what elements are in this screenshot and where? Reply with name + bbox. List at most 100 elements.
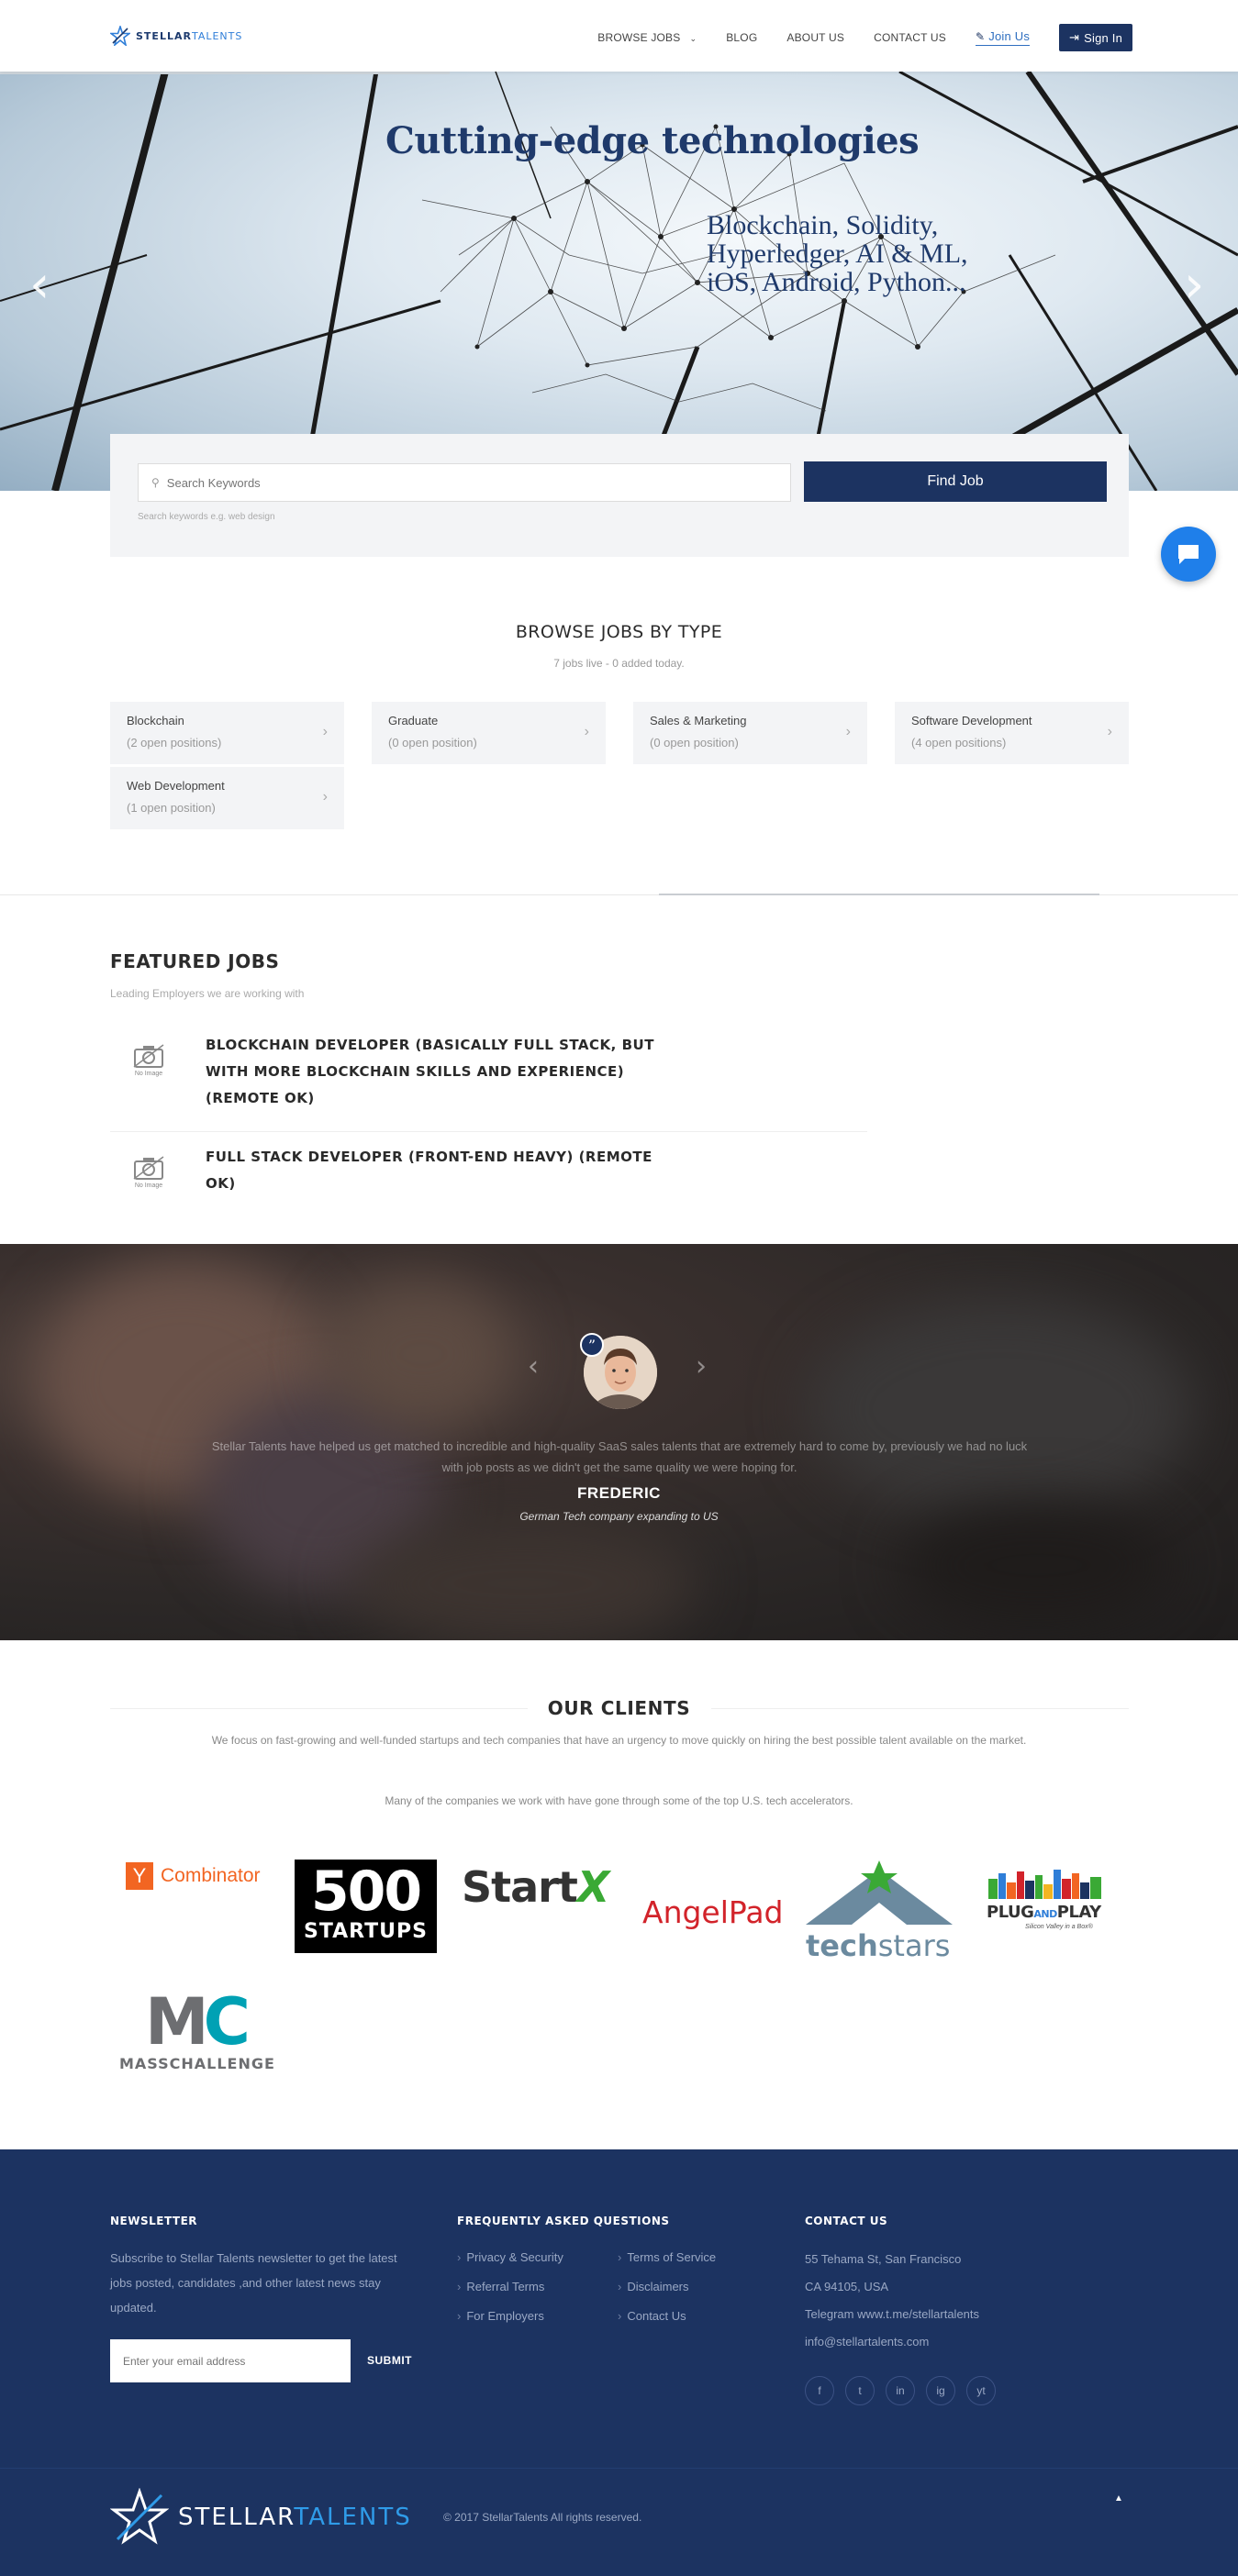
chat-bubble-icon bbox=[1178, 545, 1199, 564]
site-header: STELLARTALENTS BROWSE JOBS ⌄ BLOG ABOUT U… bbox=[0, 0, 1238, 72]
facebook-icon[interactable]: f bbox=[805, 2376, 834, 2405]
clients-accelerators-text: Many of the companies we work with have … bbox=[385, 1794, 853, 1807]
testimonial-prev-icon[interactable]: ‹ bbox=[528, 1350, 539, 1382]
logo-text-light: TALENTS bbox=[191, 29, 243, 42]
slider-progress-bar bbox=[0, 72, 450, 74]
category-count: (0 open position) bbox=[388, 736, 477, 749]
logo[interactable]: STELLARTALENTS bbox=[110, 26, 242, 46]
testimonial-name: FREDERIC bbox=[577, 1484, 661, 1502]
job-thumbnail: No Image bbox=[110, 1144, 187, 1199]
category-card-software-development[interactable]: Software Development (4 open positions) … bbox=[895, 702, 1129, 764]
youtube-icon[interactable]: yt bbox=[966, 2376, 996, 2405]
section-divider-accent bbox=[659, 894, 1099, 895]
hero-subtitle: Blockchain, Solidity, Hyperledger, AI & … bbox=[707, 210, 968, 297]
footer-logo-light: TALENTS bbox=[294, 2504, 412, 2531]
newsletter-email-field[interactable] bbox=[110, 2339, 351, 2382]
hero-title: Cutting-edge technologies bbox=[385, 119, 920, 162]
chat-button[interactable] bbox=[1161, 527, 1216, 582]
category-card-web-development[interactable]: Web Development (1 open position) › bbox=[110, 767, 344, 829]
testimonial-role: German Tech company expanding to US bbox=[519, 1510, 719, 1523]
our-clients-title: OUR CLIENTS bbox=[547, 1697, 691, 1719]
email-input[interactable] bbox=[123, 2354, 343, 2368]
footer-link-employers[interactable]: For Employers bbox=[457, 2309, 544, 2323]
category-card-graduate[interactable]: Graduate (0 open position) › bbox=[372, 702, 606, 764]
search-field[interactable]: ⚲ bbox=[138, 463, 791, 502]
contact-telegram[interactable]: Telegram www.t.me/stellartalents bbox=[805, 2301, 979, 2328]
page: STELLARTALENTS BROWSE JOBS ⌄ BLOG ABOUT U… bbox=[0, 0, 1238, 2576]
browse-jobs-subtitle: 7 jobs live - 0 added today. bbox=[553, 657, 685, 670]
category-name: Graduate bbox=[388, 714, 439, 727]
angelpad-logo: AngelPad bbox=[642, 1894, 784, 1930]
pencil-icon: ✎ bbox=[976, 29, 986, 43]
footer-logo[interactable]: STELLARTALENTS bbox=[110, 2488, 412, 2547]
chevron-right-icon: › bbox=[845, 724, 851, 739]
techstars-mountain-icon bbox=[806, 1860, 953, 1925]
instagram-icon[interactable]: ig bbox=[926, 2376, 955, 2405]
testimonial-quote: Stellar Talents have helped us get match… bbox=[211, 1439, 1028, 1474]
slider-next-icon[interactable]: › bbox=[1184, 255, 1204, 315]
footer-link-referral[interactable]: Referral Terms bbox=[457, 2280, 544, 2293]
category-name: Sales & Marketing bbox=[650, 714, 747, 727]
startx-logo: StartX bbox=[462, 1862, 609, 1912]
testimonial-next-icon[interactable]: › bbox=[696, 1350, 707, 1382]
job-title[interactable]: FULL STACK DEVELOPER (FRONT-END HEAVY) (… bbox=[206, 1144, 674, 1197]
nav-about-us[interactable]: ABOUT US bbox=[786, 31, 844, 44]
job-title[interactable]: BLOCKCHAIN DEVELOPER (BASICALLY FULL STA… bbox=[206, 1032, 674, 1112]
no-image-label: No Image bbox=[134, 1070, 163, 1077]
browse-jobs-title: BROWSE JOBS BY TYPE bbox=[515, 622, 723, 642]
chevron-right-icon: › bbox=[584, 724, 589, 739]
chevron-right-icon: › bbox=[322, 789, 328, 805]
featured-jobs-title: FEATURED JOBS bbox=[110, 950, 280, 972]
category-card-sales-marketing[interactable]: Sales & Marketing (0 open position) › bbox=[633, 702, 867, 764]
sign-in-icon: ⇥ bbox=[1069, 30, 1080, 44]
footer-link-privacy[interactable]: Privacy & Security bbox=[457, 2250, 563, 2264]
category-name: Software Development bbox=[911, 714, 1032, 727]
join-us-link[interactable]: ✎ Join Us bbox=[976, 29, 1031, 46]
logo-text-bold: STELLAR bbox=[136, 29, 192, 42]
nav-contact-us[interactable]: CONTACT US bbox=[874, 31, 946, 44]
category-card-blockchain[interactable]: Blockchain (2 open positions) › bbox=[110, 702, 344, 764]
contact-email[interactable]: info@stellartalents.com bbox=[805, 2328, 979, 2356]
camera-icon bbox=[133, 1043, 164, 1068]
main-nav: BROWSE JOBS ⌄ BLOG ABOUT US CONTACT US ✎ J… bbox=[597, 24, 1132, 51]
featured-jobs-subtitle: Leading Employers we are working with bbox=[110, 987, 305, 1000]
no-image-label: No Image bbox=[134, 1182, 163, 1189]
500-startups-logo: 500 STARTUPS bbox=[295, 1860, 437, 1953]
job-separator bbox=[110, 1131, 867, 1132]
newsletter-text: Subscribe to Stellar Talents newsletter … bbox=[110, 2251, 397, 2315]
newsletter-submit-button[interactable]: SUBMIT bbox=[367, 2354, 412, 2367]
contact-address-1: 55 Tehama St, San Francisco bbox=[805, 2252, 962, 2266]
category-count: (0 open position) bbox=[650, 736, 739, 749]
find-job-button[interactable]: Find Job bbox=[804, 461, 1107, 502]
linkedin-icon[interactable]: in bbox=[886, 2376, 915, 2405]
job-thumbnail: No Image bbox=[110, 1032, 187, 1087]
chevron-right-icon: › bbox=[322, 724, 328, 739]
search-input[interactable] bbox=[166, 475, 718, 490]
search-icon: ⚲ bbox=[151, 476, 160, 489]
job-item[interactable]: No Image FULL STACK DEVELOPER (FRONT-END… bbox=[110, 1144, 867, 1199]
footer-link-contact[interactable]: Contact Us bbox=[618, 2309, 686, 2323]
twitter-icon[interactable]: t bbox=[845, 2376, 875, 2405]
footer-link-terms[interactable]: Terms of Service bbox=[618, 2250, 716, 2264]
copyright: © 2017 StellarTalents All rights reserve… bbox=[443, 2511, 642, 2524]
skyline-icon bbox=[988, 1870, 1101, 1899]
footer-logo-bold: STELLAR bbox=[178, 2504, 295, 2531]
job-item[interactable]: No Image BLOCKCHAIN DEVELOPER (BASICALLY… bbox=[110, 1032, 867, 1112]
footer-link-disclaimers[interactable]: Disclaimers bbox=[618, 2280, 688, 2293]
contact-address-2: CA 94105, USA bbox=[805, 2280, 889, 2293]
sign-in-button[interactable]: ⇥ Sign In bbox=[1059, 24, 1132, 51]
newsletter-title: NEWSLETTER bbox=[110, 2215, 198, 2227]
slider-prev-icon[interactable]: ‹ bbox=[29, 255, 50, 315]
category-count: (2 open positions) bbox=[127, 736, 222, 749]
star-logo-icon bbox=[110, 26, 130, 46]
ycombinator-wordmark: Combinator bbox=[161, 1865, 261, 1886]
contact-title: CONTACT US bbox=[805, 2215, 888, 2227]
clients-description: We focus on fast-growing and well-funded… bbox=[211, 1734, 1027, 1747]
scroll-top-icon[interactable]: ▲ bbox=[1114, 2493, 1123, 2504]
nav-browse-jobs[interactable]: BROWSE JOBS ⌄ bbox=[597, 31, 697, 44]
faq-title: FREQUENTLY ASKED QUESTIONS bbox=[457, 2215, 670, 2227]
category-name: Web Development bbox=[127, 779, 225, 793]
masschallenge-logo: MC MASSCHALLENGE bbox=[119, 1984, 275, 2072]
nav-blog[interactable]: BLOG bbox=[726, 31, 757, 44]
techstars-logo: techstars bbox=[806, 1860, 953, 1962]
